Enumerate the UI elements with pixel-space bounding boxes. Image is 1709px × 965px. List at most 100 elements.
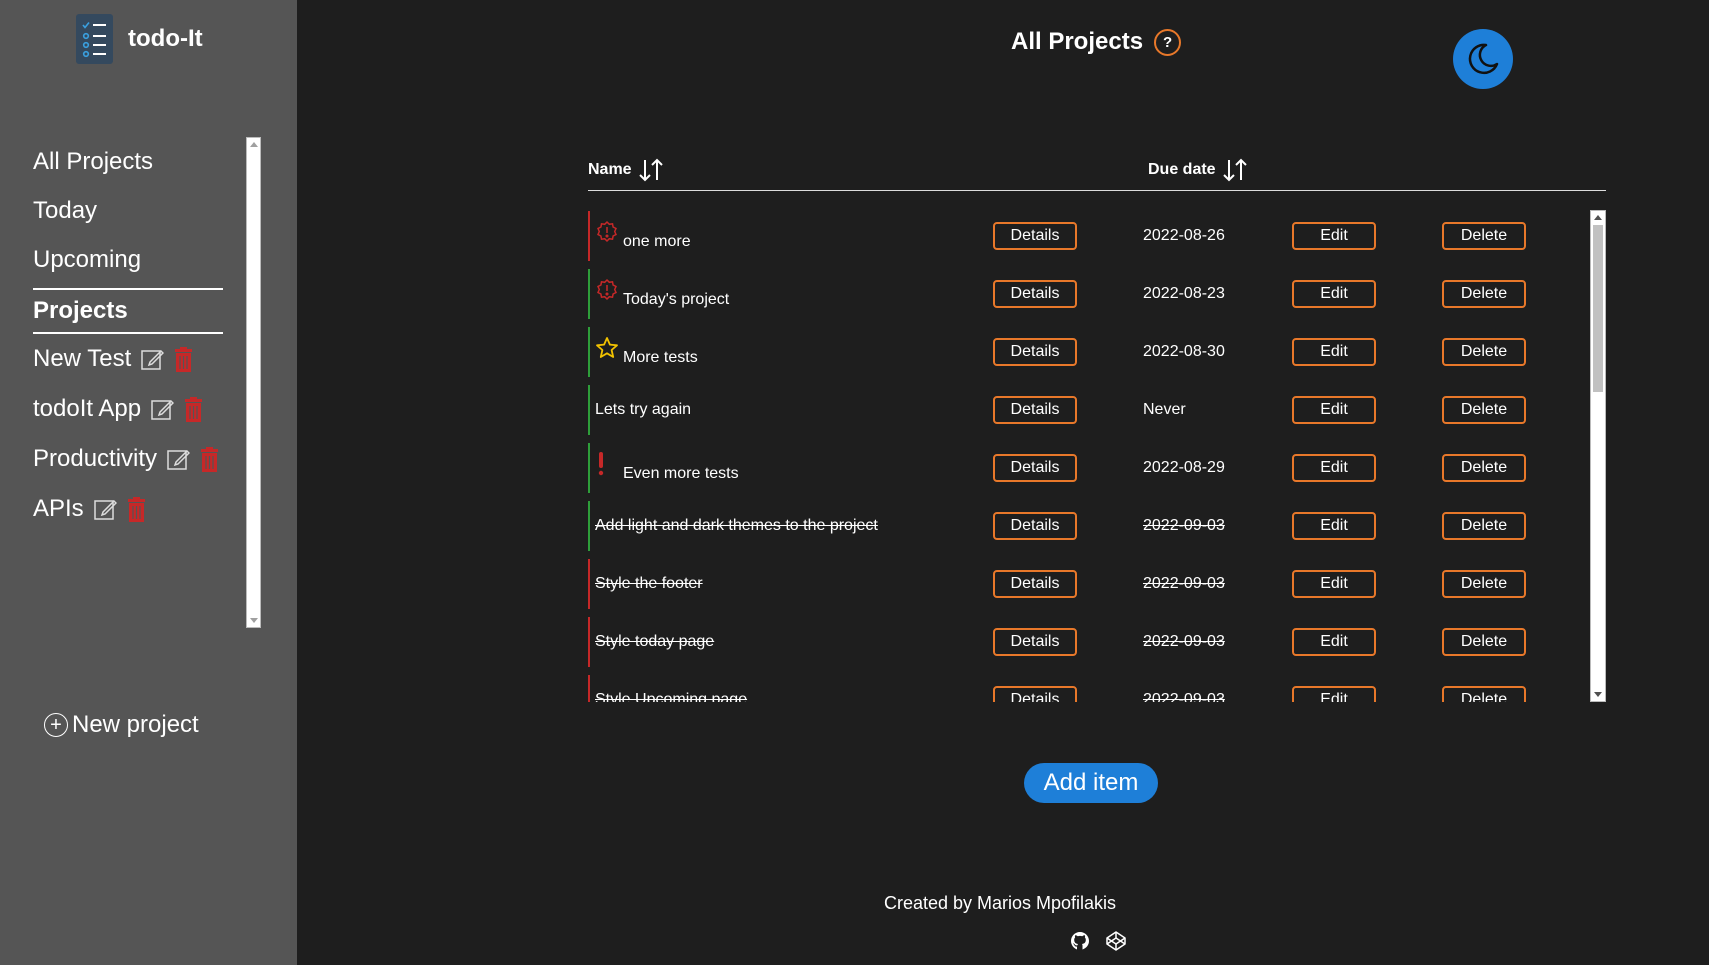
sidebar-item-all-projects[interactable]: All Projects	[33, 137, 223, 186]
edit-button[interactable]: Edit	[1292, 454, 1376, 482]
task-due-date: 2022-08-26	[1143, 227, 1225, 244]
edit-icon[interactable]	[141, 348, 165, 371]
footer-credit: Created by Marios Mpofilakis	[0, 893, 1709, 914]
footer-credit-text: Created by Marios Mpofilakis	[883, 893, 1117, 913]
priority-bar	[588, 617, 590, 667]
delete-button[interactable]: Delete	[1442, 338, 1526, 366]
edit-button[interactable]: Edit	[1292, 512, 1376, 540]
task-name: Lets try again	[595, 401, 692, 418]
theme-toggle-button[interactable]	[1453, 29, 1513, 89]
table-row: Today's project 2022-08-23 Details Edit Dele…	[588, 268, 1606, 326]
table-row: Style the footer 2022-09-03 Details Edit Del…	[588, 558, 1606, 616]
details-button[interactable]: Details	[993, 338, 1077, 366]
table-row: Even more tests 2022-08-29 Details Edit Dele…	[588, 442, 1606, 500]
priority-bar	[588, 211, 590, 261]
moon-icon	[1468, 43, 1499, 75]
github-icon[interactable]	[1068, 929, 1092, 953]
table-row: Lets try again Never Details Edit Delete	[588, 384, 1606, 442]
trash-icon[interactable]	[200, 446, 219, 472]
scroll-down-icon[interactable]	[1594, 692, 1602, 697]
delete-button[interactable]: Delete	[1442, 396, 1526, 424]
sidebar-project-apis: APIs	[33, 484, 223, 534]
table-row: one more 2022-08-26 Details Edit Delete	[588, 210, 1606, 268]
delete-button[interactable]: Delete	[1442, 280, 1526, 308]
alert-badge-icon	[595, 278, 623, 302]
details-button[interactable]: Details	[993, 628, 1077, 656]
details-button[interactable]: Details	[993, 222, 1077, 250]
delete-button[interactable]: Delete	[1442, 628, 1526, 656]
delete-button[interactable]: Delete	[1442, 454, 1526, 482]
help-icon[interactable]: ?	[1154, 28, 1182, 56]
task-name-cell: More tests	[595, 326, 698, 378]
edit-button[interactable]: Edit	[1292, 570, 1376, 598]
sidebar-scrollbar[interactable]	[246, 137, 261, 628]
priority-bar	[588, 269, 590, 319]
star-icon	[595, 336, 623, 360]
task-due-date: 2022-09-03	[1143, 691, 1225, 702]
edit-icon[interactable]	[93, 498, 117, 521]
edit-button[interactable]: Edit	[1292, 396, 1376, 424]
table-row: More tests 2022-08-30 Details Edit Delete	[588, 326, 1606, 384]
edit-button[interactable]: Edit	[1292, 686, 1376, 702]
task-due-date: 2022-09-03	[1143, 575, 1225, 592]
priority-bar	[588, 675, 590, 702]
scroll-up-icon[interactable]	[1594, 215, 1602, 220]
trash-icon[interactable]	[174, 346, 193, 372]
project-label[interactable]: APIs	[33, 495, 84, 523]
details-button[interactable]: Details	[993, 686, 1077, 702]
name-column-label: Name	[588, 161, 632, 178]
trash-icon[interactable]	[127, 496, 146, 522]
edit-icon[interactable]	[167, 448, 191, 471]
checklist-logo-icon	[76, 14, 113, 64]
scroll-thumb[interactable]	[1593, 225, 1603, 392]
new-project-button[interactable]: + New project	[44, 711, 199, 739]
task-name-cell: Style Upcoming page	[595, 674, 747, 702]
edit-button[interactable]: Edit	[1292, 628, 1376, 656]
sidebar-item-today[interactable]: Today	[33, 186, 223, 235]
trash-icon[interactable]	[184, 396, 203, 422]
details-button[interactable]: Details	[993, 512, 1077, 540]
due-column-label: Due date	[1148, 161, 1216, 178]
edit-button[interactable]: Edit	[1292, 338, 1376, 366]
codepen-icon[interactable]	[1104, 929, 1128, 953]
edit-button[interactable]: Edit	[1292, 280, 1376, 308]
scroll-down-icon[interactable]	[250, 618, 258, 623]
delete-button[interactable]: Delete	[1442, 512, 1526, 540]
delete-button[interactable]: Delete	[1442, 686, 1526, 702]
add-item-button[interactable]: Add item	[1024, 763, 1158, 803]
page-title: All Projects	[1011, 28, 1144, 55]
task-name: Style today page	[595, 633, 715, 650]
sidebar-project-productivity: Productivity	[33, 434, 223, 484]
new-project-label: New project	[72, 711, 199, 738]
task-name-cell: Style the footer	[595, 558, 703, 610]
task-name-cell: one more	[595, 210, 691, 262]
table-row: Add light and dark themes to the project…	[588, 500, 1606, 558]
details-button[interactable]: Details	[993, 570, 1077, 598]
edit-button[interactable]: Edit	[1292, 222, 1376, 250]
delete-button[interactable]: Delete	[1442, 222, 1526, 250]
table-row: Style Upcoming page 2022-09-03 Details Edit…	[588, 674, 1606, 702]
exclamation-icon	[595, 451, 623, 477]
details-button[interactable]: Details	[993, 280, 1077, 308]
details-button[interactable]: Details	[993, 454, 1077, 482]
plus-circle-icon: +	[44, 713, 68, 737]
details-button[interactable]: Details	[993, 396, 1077, 424]
sidebar-item-upcoming[interactable]: Upcoming	[33, 235, 223, 284]
scroll-up-icon[interactable]	[250, 142, 258, 147]
edit-icon[interactable]	[151, 398, 175, 421]
project-label[interactable]: New Test	[33, 345, 131, 373]
task-due-date: 2022-09-03	[1143, 517, 1225, 534]
task-name-cell: Add light and dark themes to the project	[595, 500, 878, 552]
table-header: Name Due date	[588, 150, 1606, 191]
brand[interactable]: todo-It	[76, 14, 203, 64]
sort-arrows-icon[interactable]	[638, 157, 664, 183]
project-label[interactable]: Productivity	[33, 445, 157, 473]
task-name-cell: Today's project	[595, 268, 729, 320]
sort-arrows-icon[interactable]	[1222, 157, 1248, 183]
project-label[interactable]: todoIt App	[33, 395, 141, 423]
priority-bar	[588, 559, 590, 609]
task-list[interactable]: one more 2022-08-26 Details Edit Delete Today…	[588, 210, 1606, 702]
delete-button[interactable]: Delete	[1442, 570, 1526, 598]
name-column-header: Name	[588, 150, 664, 190]
task-list-scrollbar[interactable]	[1590, 210, 1606, 702]
